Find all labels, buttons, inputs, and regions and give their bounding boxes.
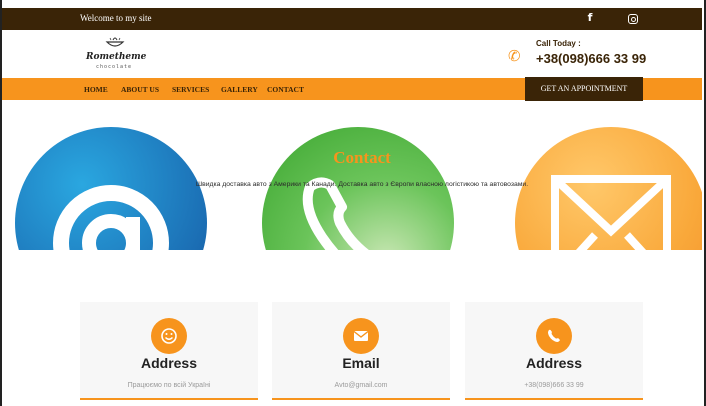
telephone-circle xyxy=(262,127,454,250)
envelope-circle xyxy=(515,127,702,250)
mail-icon xyxy=(343,318,379,354)
envelope-icon xyxy=(551,175,671,250)
hero-description: Швидка доставка авто з Америки та Канади… xyxy=(195,181,529,188)
hero-banner: Contact Швидка доставка авто з Америки т… xyxy=(2,100,702,250)
top-bar: Welcome to my site f xyxy=(2,8,702,30)
hero-title: Contact xyxy=(333,148,391,167)
phone-icon: ✆ xyxy=(508,47,521,65)
at-icon xyxy=(53,185,169,250)
card-title: Address xyxy=(140,355,198,371)
phone-card: Address +38(098)666 33 99 xyxy=(465,302,643,400)
site-logo[interactable]: Romethemе chocolate xyxy=(86,34,147,74)
call-number[interactable]: +38(098)666 33 99 xyxy=(536,51,646,66)
nav-gallery[interactable]: GALLERY xyxy=(221,85,258,94)
nav-about-us[interactable]: ABOUT US xyxy=(121,85,159,94)
logo-sub-text: chocolate xyxy=(95,64,133,70)
telephone-icon xyxy=(302,177,369,250)
facebook-icon[interactable]: f xyxy=(584,11,596,27)
card-text: Працюємо по всій Україні xyxy=(127,382,211,389)
get-appointment-button[interactable]: GET AN APPOINTMENT xyxy=(525,77,643,101)
logo-brand-text: Romethemе xyxy=(86,52,147,62)
smile-icon xyxy=(151,318,187,354)
email-card: Email Avto@gmail.com xyxy=(272,302,450,400)
header: Romethemе chocolate ✆ Call Today : +38(0… xyxy=(2,30,702,78)
card-text[interactable]: +38(098)666 33 99 xyxy=(465,382,643,389)
nav-home[interactable]: HOME xyxy=(84,85,108,94)
address-card: Address Працюємо по всій Україні xyxy=(80,302,258,400)
cup-logo-icon xyxy=(105,37,125,47)
nav-services[interactable]: SERVICES xyxy=(172,85,209,94)
card-text[interactable]: Avto@gmail.com xyxy=(272,382,450,389)
main-nav: HOME ABOUT US SERVICES GALLERY CONTACT G… xyxy=(2,77,702,101)
call-today: ✆ Call Today : +38(098)666 33 99 xyxy=(508,38,668,72)
phone-icon xyxy=(536,318,572,354)
card-title: Address xyxy=(525,355,583,371)
welcome-text: Welcome to my site xyxy=(80,13,152,23)
nav-contact[interactable]: CONTACT xyxy=(267,85,304,94)
instagram-icon[interactable] xyxy=(628,14,638,24)
call-label: Call Today : xyxy=(536,39,581,48)
card-title: Email xyxy=(342,355,380,371)
at-circle xyxy=(15,127,207,250)
